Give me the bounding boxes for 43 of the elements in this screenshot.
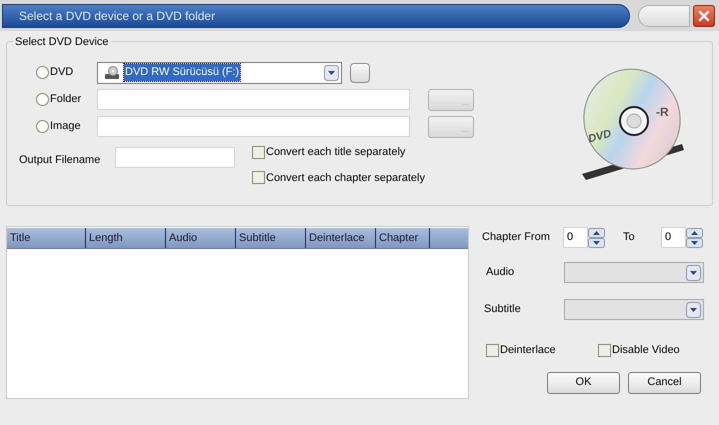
close-button[interactable] [693,4,715,26]
checkbox[interactable] [252,146,265,159]
radio-button[interactable] [36,93,49,106]
checkbox-label: Convert each chapter separately [266,170,425,186]
dialog-button[interactable]: Cancel [628,372,701,394]
dialog-button[interactable]: OK [547,372,620,394]
column-header[interactable]: Subtitle [236,228,306,248]
checkbox-label: Disable Video [612,343,680,358]
drive-dropdown[interactable]: DVD RW Sürücüsü (F:) [97,62,342,84]
disc-label: -R [656,105,669,119]
field-label: Chapter From [482,230,551,246]
window-title: Select a DVD device or a DVD folder [19,8,216,24]
radio-button[interactable] [36,66,49,79]
column-header[interactable]: Deinterlace [306,228,376,248]
field-label: To [623,230,636,246]
field-label: Output Filename [19,154,100,166]
radio-label: Image [50,119,81,134]
column-header[interactable]: Length [86,228,166,248]
output-filename-field[interactable] [115,147,235,168]
close-icon [698,10,710,22]
chapter-from-field[interactable]: 0 [563,227,588,248]
radio-button[interactable] [36,120,49,133]
field-label: Subtitle [483,302,522,318]
path-field[interactable] [97,89,410,110]
column-header[interactable]: Title [7,228,86,248]
drive-value: DVD RW Sürücüsü (F:) [124,64,240,81]
drive-icon [104,66,120,80]
column-header[interactable]: Audio [166,228,236,248]
path-field[interactable] [97,116,410,137]
chapter-to-field[interactable]: 0 [661,227,686,248]
field-label: Audio [485,265,516,280]
radio-label: DVD [50,65,74,80]
checkbox[interactable] [252,171,265,184]
refresh-button[interactable] [350,62,370,82]
checkbox-label: Convert each title separately [266,145,406,160]
spin-arrows-icon [686,228,703,248]
spin-arrows-icon [588,228,605,248]
checkbox[interactable] [486,344,499,357]
checkbox[interactable] [598,344,611,357]
column-header[interactable]: Chapter [376,228,430,248]
checkbox-label: Deinterlace [500,343,556,358]
disc-label: DVD [587,128,613,146]
radio-label: Folder [50,92,82,108]
